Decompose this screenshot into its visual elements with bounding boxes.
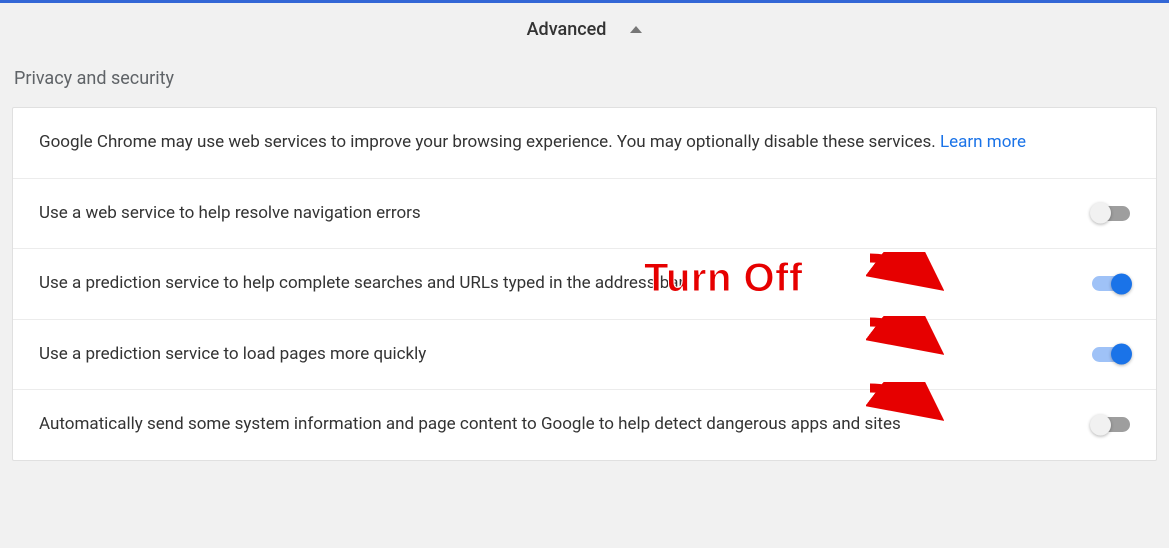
- setting-row-prediction-search: Use a prediction service to help complet…: [13, 249, 1156, 320]
- arrow-icon: [866, 316, 944, 356]
- toggle-knob: [1111, 344, 1132, 365]
- toggle-prediction-search[interactable]: [1092, 276, 1130, 291]
- section-title: Privacy and security: [12, 68, 1157, 107]
- privacy-security-section: Privacy and security Google Chrome may u…: [0, 68, 1169, 461]
- arrow-icon: [866, 382, 944, 422]
- toggle-knob: [1090, 414, 1111, 435]
- info-text: Google Chrome may use web services to im…: [39, 132, 940, 152]
- toggle-prediction-pages[interactable]: [1092, 347, 1130, 362]
- learn-more-link[interactable]: Learn more: [940, 132, 1026, 152]
- toggle-navigation-errors[interactable]: [1092, 206, 1130, 221]
- setting-label: Use a web service to help resolve naviga…: [39, 201, 1092, 227]
- chevron-up-icon: [630, 26, 642, 33]
- toggle-knob: [1111, 273, 1132, 294]
- settings-card: Google Chrome may use web services to im…: [12, 107, 1157, 461]
- toggle-knob: [1090, 203, 1111, 224]
- arrow-icon: [866, 252, 944, 292]
- toggle-send-system-info[interactable]: [1092, 417, 1130, 432]
- annotation-label: Turn Off: [644, 256, 803, 301]
- setting-row-prediction-pages: Use a prediction service to load pages m…: [13, 320, 1156, 391]
- advanced-label: Advanced: [527, 19, 607, 40]
- info-row: Google Chrome may use web services to im…: [13, 108, 1156, 179]
- advanced-header[interactable]: Advanced: [0, 3, 1169, 68]
- setting-row-navigation-errors: Use a web service to help resolve naviga…: [13, 179, 1156, 250]
- setting-row-send-system-info: Automatically send some system informati…: [13, 390, 1156, 460]
